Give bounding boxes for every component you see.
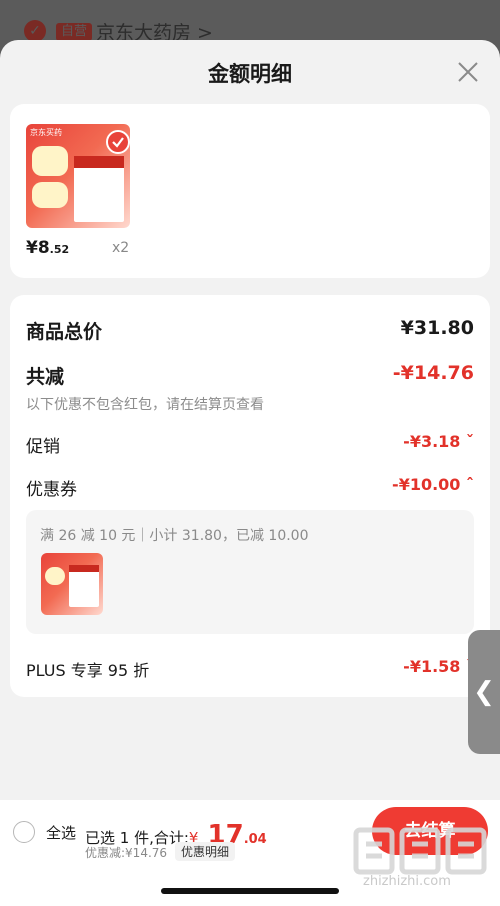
self-operated-badge: 自营	[56, 23, 93, 41]
coupon-value-toggle[interactable]: -¥10.00 ˆ	[392, 475, 474, 494]
discount-summary: 优惠减:¥14.76	[85, 846, 168, 860]
total-fraction: .04	[243, 832, 267, 847]
coupon-description: 满 26 减 10 元｜小计 31.80，已减 10.00	[40, 528, 309, 544]
amount-detail-sheet: 金额明细 京东买药 ¥8.52 x2 商品总价 ¥31.80 共减 -¥14.7…	[0, 40, 500, 906]
side-collapse-tab[interactable]: ❮	[468, 630, 500, 754]
plus-discount-label[interactable]: PLUS 专享 95 折	[26, 657, 149, 681]
product-card: 京东买药 ¥8.52 x2	[10, 104, 490, 278]
sheet-title: 金额明细	[208, 62, 292, 86]
thumb-promo-sticker	[32, 146, 68, 176]
promo-label[interactable]: 促销	[26, 432, 60, 457]
home-indicator	[161, 888, 339, 894]
discount-note: 以下优惠不包含红包，请在结算页查看	[26, 397, 264, 413]
price-main: ¥8	[26, 238, 50, 258]
total-label: 商品总价	[26, 321, 103, 343]
thumb-box-stripe	[74, 156, 124, 168]
thumb-promo-sticker	[45, 567, 65, 585]
select-all-label[interactable]: 全选	[46, 822, 76, 843]
reduce-value: -¥14.76	[392, 362, 474, 384]
price-fraction: .52	[49, 243, 70, 256]
price-breakdown-card: 商品总价 ¥31.80 共减 -¥14.76 以下优惠不包含红包，请在结算页查看…	[10, 295, 490, 697]
promo-value-toggle[interactable]: -¥3.18 ˇ	[403, 432, 474, 451]
total-value: ¥31.80	[400, 317, 474, 339]
store-check-icon: ✓	[24, 20, 46, 42]
thumb-promo-sticker-2	[32, 182, 68, 208]
plus-discount-value-toggle[interactable]: -¥1.58 ˇ	[403, 657, 474, 676]
select-all-radio[interactable]	[13, 821, 35, 843]
thumb-brand-label: 京东买药	[30, 128, 62, 137]
product-price: ¥8.52	[26, 238, 69, 258]
watermark-text: zhizhizhi.com	[363, 874, 451, 889]
selected-check-icon[interactable]	[106, 130, 130, 154]
coupon-product-thumbnail[interactable]	[41, 553, 103, 615]
reduce-label: 共减	[26, 366, 65, 388]
product-quantity: x2	[112, 240, 130, 256]
coupon-label[interactable]: 优惠券	[26, 475, 77, 500]
close-icon[interactable]	[456, 60, 480, 84]
discount-detail-button[interactable]: 优惠明细	[175, 842, 236, 861]
thumb-box-stripe	[69, 565, 99, 572]
